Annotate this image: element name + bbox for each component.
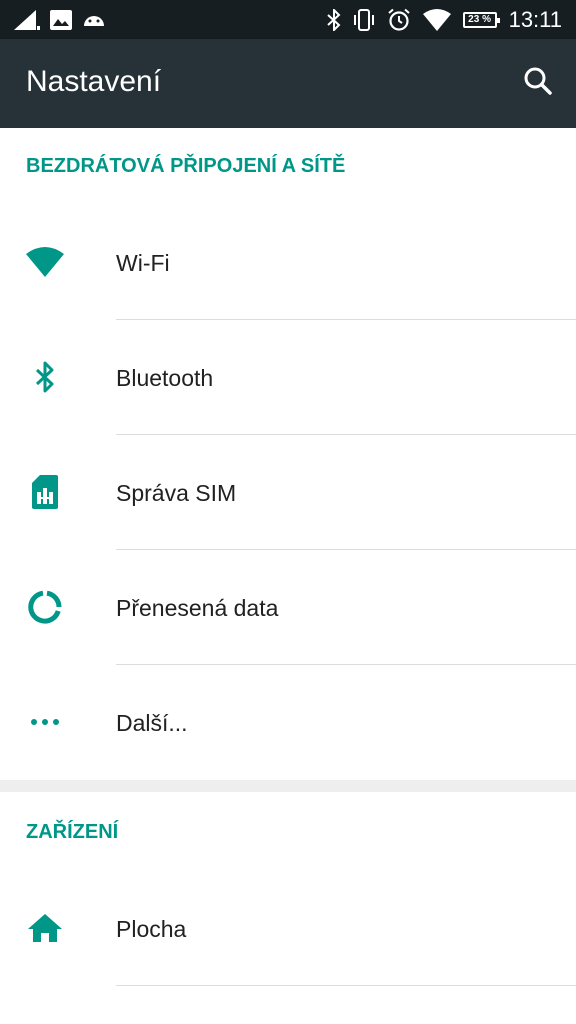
settings-item-sim-management[interactable]: Správa SIM	[0, 435, 576, 550]
more-icon	[26, 703, 64, 741]
settings-item-label: Wi-Fi	[116, 250, 170, 276]
settings-item-data-usage[interactable]: Přenesená data	[0, 550, 576, 665]
wifi-icon	[422, 8, 451, 31]
settings-item-home[interactable]: Plocha	[0, 871, 576, 986]
wireless-networks-section: BEZDRÁTOVÁ PŘIPOJENÍ A SÍTĚ Wi-Fi Blueto…	[0, 128, 576, 780]
settings-item-more[interactable]: Další...	[0, 665, 576, 780]
wifi-icon	[26, 243, 64, 281]
section-header-wireless: BEZDRÁTOVÁ PŘIPOJENÍ A SÍTĚ	[26, 155, 346, 177]
bluetooth-icon	[326, 8, 341, 31]
settings-item-label: Další...	[116, 710, 188, 736]
settings-item-label: Bluetooth	[116, 365, 214, 391]
settings-item-label: Plocha	[116, 916, 187, 942]
bluetooth-icon	[26, 358, 64, 396]
section-gap	[0, 780, 576, 792]
status-bar: 23 % 13:11	[0, 0, 576, 39]
home-icon	[26, 909, 64, 947]
settings-item-label: Přenesená data	[116, 595, 279, 621]
battery-level: 23 %	[468, 14, 491, 25]
android-notification-icon	[82, 12, 106, 28]
clock: 13:11	[508, 6, 562, 32]
sim-card-icon	[26, 473, 64, 511]
section-header-device: ZAŘÍZENÍ	[26, 821, 119, 843]
divider	[116, 985, 576, 986]
data-usage-icon	[26, 588, 64, 626]
app-bar: Nastavení	[0, 39, 576, 128]
vibrate-icon	[353, 8, 375, 31]
battery-icon: 23 %	[462, 11, 500, 28]
image-notification-icon	[50, 9, 72, 30]
search-icon	[523, 66, 553, 101]
settings-item-wifi[interactable]: Wi-Fi	[0, 205, 576, 320]
device-section: ZAŘÍZENÍ Plocha	[0, 792, 576, 1024]
signal-icon	[14, 9, 40, 30]
page-title: Nastavení	[26, 65, 162, 98]
settings-item-bluetooth[interactable]: Bluetooth	[0, 320, 576, 435]
alarm-icon	[387, 8, 411, 32]
search-button[interactable]	[520, 65, 556, 101]
settings-item-label: Správa SIM	[116, 480, 237, 506]
